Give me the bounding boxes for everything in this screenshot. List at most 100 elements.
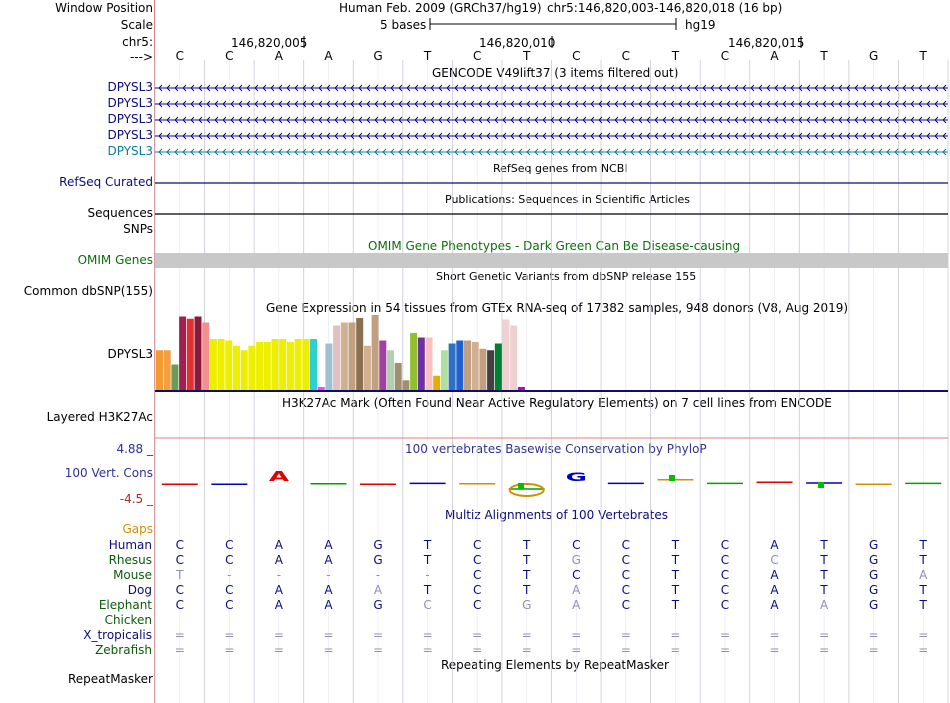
alignment-base: A — [324, 538, 333, 552]
alignment-base: = — [423, 628, 433, 642]
gtex-bar — [256, 342, 264, 390]
alignment-base: T — [522, 568, 531, 582]
gtex-bar — [502, 319, 510, 390]
base-letter: C — [225, 49, 233, 63]
base-letter: C — [721, 49, 729, 63]
alignment-base: C — [176, 583, 184, 597]
alignment-base: = — [670, 643, 680, 657]
alignment-base: = — [373, 628, 383, 642]
base-letter: T — [522, 49, 531, 63]
gtex-bar — [433, 375, 441, 390]
alignment-base: G — [869, 598, 878, 612]
omim-bar — [155, 253, 948, 268]
alignment-base: C — [622, 538, 630, 552]
alignment-base: - — [227, 568, 231, 582]
gtex-bar — [333, 325, 341, 390]
alignment-base: C — [622, 553, 630, 567]
phylop-mark — [669, 475, 675, 481]
base-letter: G — [373, 49, 382, 63]
gtex-bar — [464, 340, 471, 390]
species-label: Rhesus — [109, 553, 152, 567]
alignment-base: C — [721, 553, 729, 567]
gtex-bar — [325, 343, 333, 390]
phylop-logo: G — [566, 470, 587, 484]
alignment-base: C — [176, 553, 184, 567]
alignment-base: C — [572, 568, 580, 582]
alignment-base: - — [425, 568, 429, 582]
gtex-bar — [248, 345, 256, 390]
alignment-base: T — [423, 553, 432, 567]
gtex-bar — [340, 322, 348, 390]
gtex-bar — [202, 322, 210, 390]
alignment-base: T — [522, 538, 531, 552]
gtex-bar — [171, 364, 179, 390]
alignment-base: A — [324, 583, 333, 597]
alignment-base: T — [819, 553, 828, 567]
alignment-base: T — [819, 583, 828, 597]
alignment-base: G — [373, 538, 382, 552]
gtex-bar — [279, 339, 287, 390]
alignment-base: C — [225, 583, 233, 597]
alignment-base: T — [175, 568, 184, 582]
alignment-base: = — [274, 628, 284, 642]
gtex-bar — [471, 342, 479, 390]
alignment-base: T — [671, 583, 680, 597]
alignment-base: A — [374, 583, 383, 597]
alignment-base: - — [376, 568, 380, 582]
phylop-logo: A — [269, 469, 289, 484]
alignment-base: A — [275, 553, 284, 567]
gtex-bar — [186, 318, 194, 390]
alignment-base: T — [819, 568, 828, 582]
alignment-base: = — [274, 643, 284, 657]
gtex-bar — [225, 340, 233, 390]
alignment-base: T — [423, 538, 432, 552]
gtex-bar — [310, 339, 317, 390]
gtex-bar — [371, 315, 379, 390]
gtex-bar — [456, 340, 464, 390]
alignment-base: = — [571, 643, 581, 657]
alignment-base: = — [224, 643, 234, 657]
alignment-base: C — [622, 598, 630, 612]
alignment-base: G — [572, 553, 581, 567]
alignment-base: C — [721, 568, 729, 582]
alignment-base: = — [323, 643, 333, 657]
gtex-bar — [440, 350, 448, 390]
gtex-bar — [394, 363, 402, 390]
base-letter: T — [919, 49, 928, 63]
alignment-base: C — [176, 538, 184, 552]
alignment-base: = — [175, 643, 185, 657]
gtex-bar — [387, 350, 394, 390]
gtex-bar — [179, 316, 187, 390]
phylop-logo-letter: A — [269, 469, 289, 484]
alignment-base: G — [373, 598, 382, 612]
alignment-base: = — [670, 628, 680, 642]
base-letter: C — [622, 49, 630, 63]
alignment-base: C — [622, 583, 630, 597]
alignment-base: C — [721, 598, 729, 612]
alignment-base: C — [473, 553, 481, 567]
alignment-base: C — [721, 583, 729, 597]
alignment-base: A — [324, 553, 333, 567]
alignment-base: A — [770, 568, 779, 582]
gtex-bar — [410, 333, 418, 390]
gtex-bar — [448, 343, 456, 390]
alignment-base: C — [225, 538, 233, 552]
alignment-base: - — [277, 568, 281, 582]
alignment-base: = — [770, 643, 780, 657]
base-letter: C — [572, 49, 580, 63]
alignment-base: = — [423, 643, 433, 657]
alignment-base: = — [224, 628, 234, 642]
alignment-base: C — [473, 583, 481, 597]
alignment-base: = — [522, 628, 532, 642]
browser-canvas[interactable]: C C A A G T C T C C T C A T G TA GHuman C C A A G T C T C C T C A T G TR… — [0, 0, 950, 703]
alignment-base: C — [423, 598, 431, 612]
alignment-base: = — [373, 643, 383, 657]
base-letter: T — [423, 49, 432, 63]
base-letter: G — [869, 49, 878, 63]
alignment-base: = — [472, 628, 482, 642]
gtex-bar — [271, 339, 279, 390]
base-letter: T — [819, 49, 828, 63]
alignment-base: T — [919, 553, 928, 567]
gtex-bar — [294, 339, 302, 390]
alignment-base: T — [671, 568, 680, 582]
